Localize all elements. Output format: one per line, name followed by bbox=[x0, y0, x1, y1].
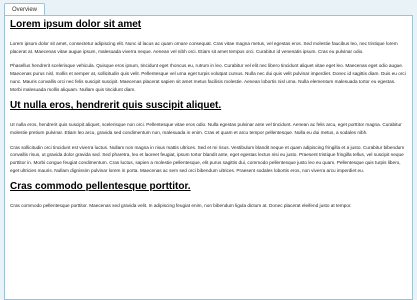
tab-bar: Overview bbox=[0, 0, 417, 15]
tab-overview[interactable]: Overview bbox=[4, 3, 46, 15]
content-area: Lorem ipsum dolor sit amet Lorem ipsum d… bbox=[5, 16, 412, 210]
section-paragraph: Phasellus hendrerit scelerisque vehicula… bbox=[10, 63, 406, 92]
section-heading: Ut nulla eros, hendrerit quis suscipit a… bbox=[10, 100, 222, 112]
section-paragraph: Lorem ipsum dolor sit amet, consectetur … bbox=[10, 41, 398, 54]
section-paragraph: Ut nulla eros, hendrerit quis suscipit a… bbox=[10, 122, 402, 135]
section-paragraph: Cras sollicitudin orci tincidunt est viv… bbox=[10, 144, 405, 173]
section-heading: Lorem ipsum dolor sit amet bbox=[10, 19, 142, 30]
tab-content-panel[interactable]: Lorem ipsum dolor sit amet Lorem ipsum d… bbox=[4, 15, 413, 300]
section-heading: Cras commodo pellentesque porttitor. bbox=[10, 181, 191, 193]
section-paragraph: Cras commodo pellentesque porttitor. Mae… bbox=[10, 203, 352, 209]
